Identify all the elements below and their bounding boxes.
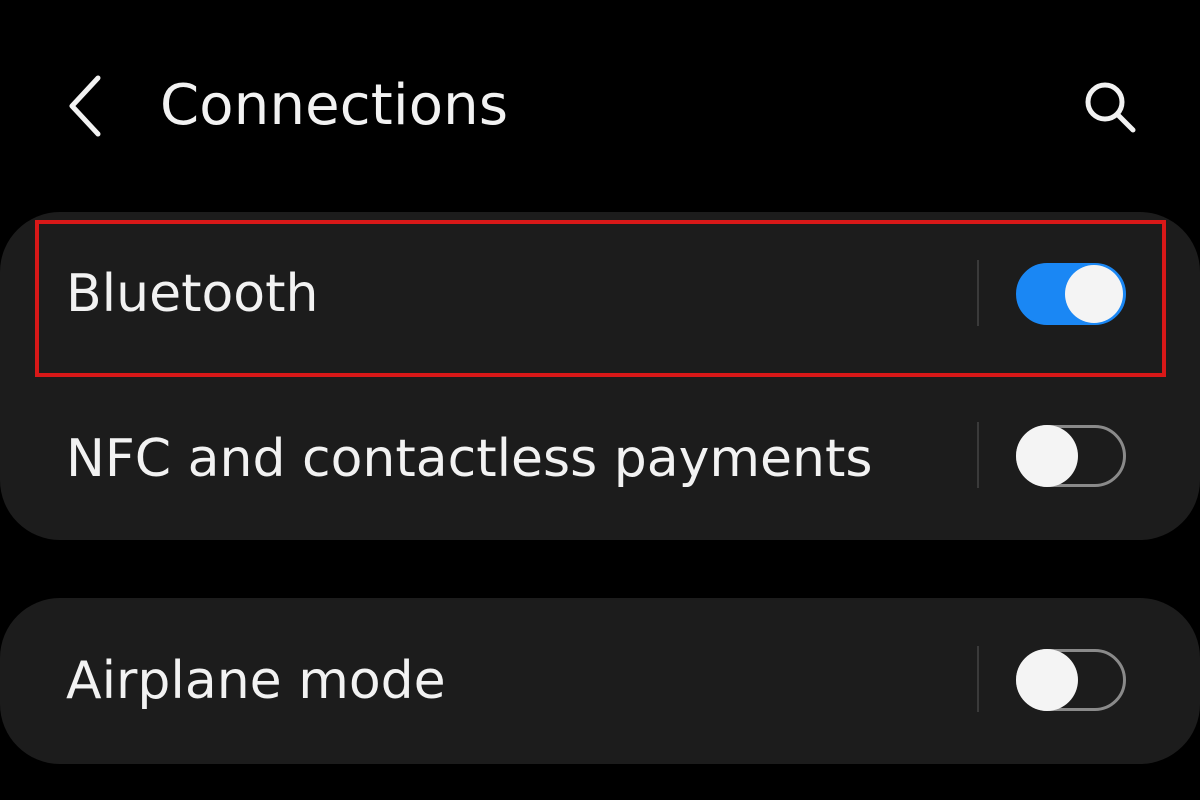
settings-card-primary: Bluetooth NFC and contactless payments — [0, 212, 1200, 540]
setting-label-bluetooth: Bluetooth — [66, 264, 319, 324]
toggle-knob — [1016, 425, 1078, 487]
app-bar: Connections — [0, 52, 1200, 162]
nfc-toggle[interactable] — [1016, 425, 1126, 487]
row-divider — [977, 260, 979, 326]
connections-screen: Connections Bluetooth NFC and contactles… — [0, 0, 1200, 800]
chevron-left-icon — [69, 75, 101, 137]
setting-row-bluetooth[interactable]: Bluetooth — [0, 212, 1200, 376]
row-divider — [977, 422, 979, 488]
page-title: Connections — [160, 73, 509, 138]
toggle-knob — [1016, 649, 1078, 711]
bluetooth-toggle[interactable] — [1016, 263, 1126, 325]
setting-row-nfc[interactable]: NFC and contactless payments — [0, 376, 1200, 540]
toggle-knob — [1065, 265, 1123, 323]
search-button[interactable] — [1075, 74, 1145, 144]
settings-card-secondary: Airplane mode — [0, 598, 1200, 764]
setting-row-airplane-mode[interactable]: Airplane mode — [0, 598, 1200, 764]
airplane-mode-toggle[interactable] — [1016, 649, 1126, 711]
row-divider — [977, 646, 979, 712]
setting-label-nfc: NFC and contactless payments — [66, 429, 873, 489]
search-icon — [1085, 82, 1136, 133]
back-button[interactable] — [52, 70, 122, 142]
setting-label-airplane-mode: Airplane mode — [66, 651, 446, 711]
